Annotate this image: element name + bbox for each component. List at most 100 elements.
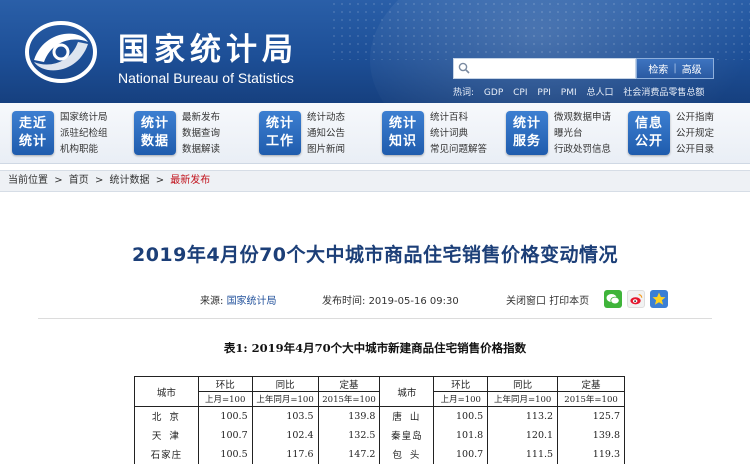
- col-city: 城市: [134, 376, 199, 407]
- nav-link[interactable]: 通知公告: [307, 126, 345, 142]
- weibo-icon[interactable]: [627, 290, 645, 308]
- city-cell: 秦皇岛: [379, 425, 435, 445]
- search-box: [453, 58, 636, 79]
- col-base: 定基: [317, 376, 381, 392]
- city-cell: 天津: [134, 425, 199, 445]
- col-yoy: 同比: [251, 376, 319, 392]
- col-mom: 环比: [197, 376, 253, 392]
- published-value: 2019-05-16 09:30: [368, 296, 459, 307]
- nav-link[interactable]: 机构职能: [60, 142, 108, 158]
- nbs-logo-icon[interactable]: [24, 20, 98, 84]
- breadcrumb-current[interactable]: 最新发布: [170, 175, 210, 186]
- wechat-icon[interactable]: [604, 290, 622, 308]
- price-index-table: 城市 环比 同比 定基 城市 环比 同比 定基 上月=100 上年同月=100 …: [134, 376, 625, 464]
- table-subheader-row: 上月=100 上年同月=100 2015年=100 上月=100 上年同月=10…: [135, 391, 625, 407]
- favorite-icon[interactable]: [650, 290, 668, 308]
- mom-cell: 101.8: [433, 425, 489, 445]
- hot-word-link[interactable]: GDP: [484, 88, 503, 98]
- article-ops: 关闭窗口 打印本页: [506, 292, 589, 307]
- source-label: 来源:: [200, 296, 224, 307]
- hot-words: 热词: GDP CPI PPI PMI 总人口 社会消费品零售总额: [453, 85, 711, 98]
- sub-yoy: 上年同月=100: [251, 391, 319, 407]
- nav-link[interactable]: 数据查询: [182, 126, 220, 142]
- base-cell: 147.2: [317, 444, 381, 464]
- hot-word-link[interactable]: 总人口: [587, 88, 614, 98]
- print-link[interactable]: 打印本页: [549, 296, 589, 307]
- sub-base: 2015年=100: [557, 391, 625, 407]
- main-nav: 走近 统计 国家统计局 派驻纪检组 机构职能 统计 数据 最新发布 数据查询 数据解…: [0, 103, 750, 164]
- source-link[interactable]: 国家统计局: [227, 296, 277, 307]
- nav-link[interactable]: 公开目录: [676, 142, 714, 158]
- nav-link[interactable]: 统计词典: [430, 126, 487, 142]
- sub-mom: 上月=100: [197, 391, 253, 407]
- table-header-row: 城市 环比 同比 定基 城市 环比 同比 定基: [134, 376, 625, 407]
- header-dot-pattern: [330, 0, 750, 60]
- hot-word-link[interactable]: 社会消费品零售总额: [623, 88, 704, 98]
- search-button-separator: |: [673, 63, 677, 74]
- nav-badge-disclosure[interactable]: 信息 公开: [628, 111, 670, 155]
- nav-badge-data[interactable]: 统计 数据: [134, 111, 176, 155]
- search-icon: [458, 62, 470, 74]
- base-cell: 132.5: [317, 425, 381, 445]
- nav-link[interactable]: 最新发布: [182, 110, 220, 126]
- site-header: 国家统计局 National Bureau of Statistics 检索 |…: [0, 0, 750, 103]
- breadcrumb-link[interactable]: 统计数据: [110, 175, 150, 186]
- advanced-search-button[interactable]: 高级: [682, 61, 702, 76]
- col-yoy: 同比: [487, 376, 559, 392]
- yoy-cell: 102.4: [251, 425, 319, 445]
- close-window-link[interactable]: 关闭窗口: [506, 296, 546, 307]
- nav-link[interactable]: 数据解读: [182, 142, 220, 158]
- base-cell: 139.8: [317, 406, 381, 426]
- article-title: 2019年4月份70个大中城市商品住宅销售价格变动情况: [131, 244, 619, 266]
- nav-link[interactable]: 图片新闻: [307, 142, 345, 158]
- col-mom: 环比: [433, 376, 489, 392]
- nav-badge-work[interactable]: 统计 工作: [259, 111, 301, 155]
- article-published: 发布时间: 2019-05-16 09:30: [322, 292, 459, 307]
- base-cell: 119.3: [557, 444, 625, 464]
- nav-link[interactable]: 曝光台: [554, 126, 611, 142]
- site-title-en[interactable]: National Bureau of Statistics: [118, 70, 294, 86]
- sub-mom: 上月=100: [433, 391, 489, 407]
- base-cell: 125.7: [557, 406, 625, 426]
- hot-word-link[interactable]: PPI: [537, 88, 551, 98]
- search-input[interactable]: [474, 60, 632, 77]
- yoy-cell: 113.2: [487, 406, 559, 426]
- mom-cell: 100.5: [197, 444, 253, 464]
- mom-cell: 100.5: [197, 406, 253, 426]
- nav-link[interactable]: 行政处罚信息: [554, 142, 611, 158]
- nav-link[interactable]: 常见问题解答: [430, 142, 487, 158]
- hot-words-label: 热词:: [453, 88, 475, 98]
- breadcrumb-separator: >: [94, 175, 104, 186]
- yoy-cell: 117.6: [251, 444, 319, 464]
- article-meta: 来源: 国家统计局 发布时间: 2019-05-16 09:30 关闭窗口 打印…: [0, 290, 750, 308]
- hot-word-link[interactable]: PMI: [561, 88, 577, 98]
- city-cell: 石家庄: [134, 444, 199, 464]
- nav-link[interactable]: 公开指南: [676, 110, 714, 126]
- breadcrumb-label: 当前位置: [8, 175, 48, 186]
- city-cell: 包头: [379, 444, 435, 464]
- mom-cell: 100.7: [433, 444, 489, 464]
- mom-cell: 100.7: [197, 425, 253, 445]
- nav-link[interactable]: 派驻纪检组: [60, 126, 108, 142]
- nav-link[interactable]: 微观数据申请: [554, 110, 611, 126]
- breadcrumb: 当前位置 > 首页 > 统计数据 > 最新发布: [0, 170, 750, 192]
- nav-link[interactable]: 统计百科: [430, 110, 487, 126]
- search-button-group: 检索 | 高级: [636, 58, 714, 79]
- site-title-cn[interactable]: 国家统计局: [118, 24, 298, 69]
- published-label: 发布时间:: [322, 296, 366, 307]
- nav-link[interactable]: 统计动态: [307, 110, 345, 126]
- nav-badge-service[interactable]: 统计 服务: [506, 111, 548, 155]
- table-caption: 表1: 2019年4月70个大中城市新建商品住宅销售价格指数: [223, 341, 527, 355]
- nav-link[interactable]: 公开规定: [676, 126, 714, 142]
- breadcrumb-separator: >: [54, 175, 63, 186]
- nav-link[interactable]: 国家统计局: [60, 110, 108, 126]
- breadcrumb-link[interactable]: 首页: [69, 175, 89, 186]
- col-city: 城市: [379, 376, 435, 407]
- hot-word-link[interactable]: CPI: [513, 88, 527, 98]
- search-button[interactable]: 检索: [648, 61, 668, 76]
- nav-badge-knowledge[interactable]: 统计 知识: [382, 111, 424, 155]
- nav-badge-about[interactable]: 走近 统计: [12, 111, 54, 155]
- yoy-cell: 111.5: [487, 444, 559, 464]
- base-cell: 139.8: [557, 425, 625, 445]
- table-row: 天津 100.7 102.4 132.5 秦皇岛 101.8 120.1 139…: [134, 425, 625, 445]
